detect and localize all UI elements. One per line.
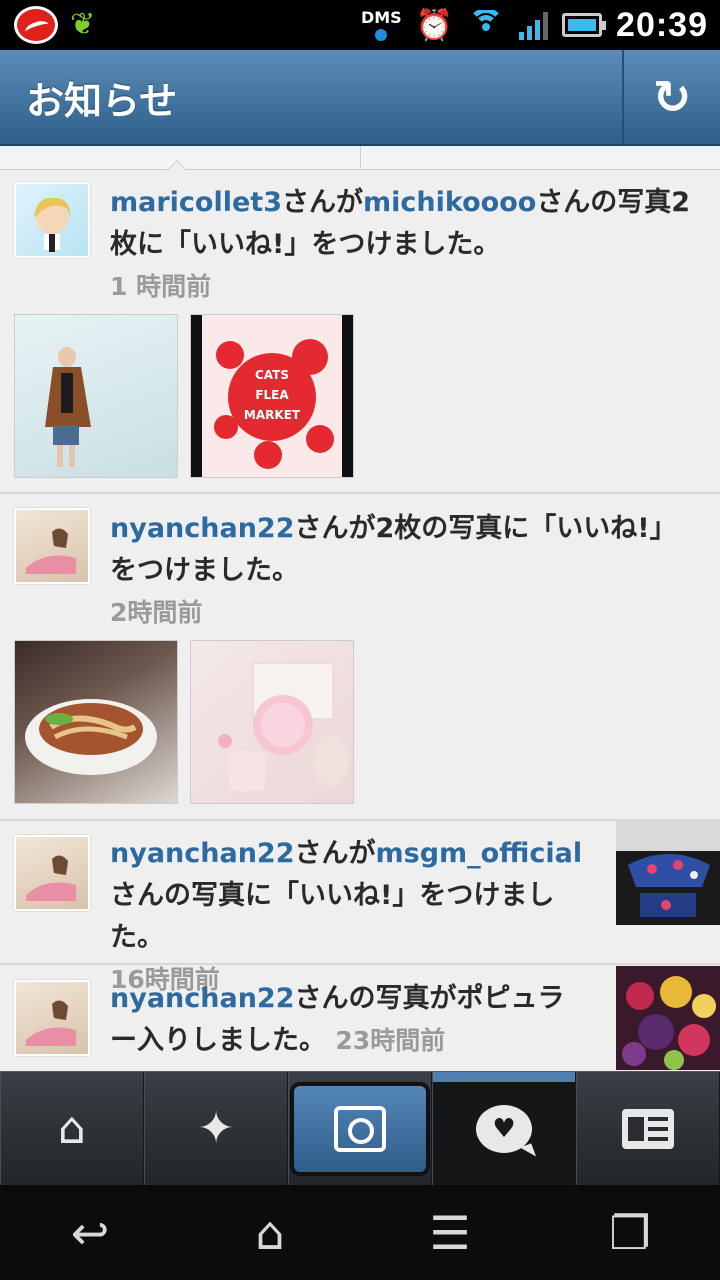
menu-button[interactable]: ☰	[390, 1206, 510, 1260]
home-icon: ⌂	[58, 1103, 86, 1154]
timestamp: 1 時間前	[110, 272, 212, 301]
refresh-button[interactable]: ↻	[622, 50, 720, 144]
photo-thumbnail[interactable]	[190, 640, 354, 804]
leaf-icon: ❦	[70, 7, 96, 42]
tab-profile[interactable]	[576, 1072, 720, 1185]
tab-explore[interactable]: ✦	[144, 1072, 288, 1185]
list-item[interactable]: maricollet3さんがmichikooooさんの写真2枚に「いいね!」をつ…	[0, 170, 720, 494]
timestamp: 2時間前	[110, 598, 203, 627]
camera-icon	[334, 1105, 386, 1152]
svg-text:FLEA: FLEA	[255, 388, 289, 402]
tab-activity[interactable]: ♥	[432, 1072, 576, 1185]
username-link[interactable]: maricollet3	[110, 187, 282, 218]
camera-button[interactable]	[290, 1081, 430, 1176]
status-bar: ❦ DMS ⏰ 20:39	[0, 0, 720, 50]
alarm-icon: ⏰	[415, 7, 454, 43]
photo-thumbnail[interactable]: CATS FLEA MARKET	[190, 314, 354, 478]
target-user-link[interactable]: msgm_official	[376, 838, 583, 869]
home-icon: ⌂	[255, 1205, 285, 1260]
recent-apps-icon: ❐	[609, 1205, 651, 1260]
list-item[interactable]: nyanchan22さんがmsgm_officialさんの写真に「いいね!」をつ…	[0, 821, 720, 994]
battery-icon	[562, 13, 607, 37]
photo-thumbnail[interactable]	[616, 966, 720, 1070]
list-item[interactable]: nyanchan22さんの写真がポピュラー入りしました。 23時間前	[0, 966, 720, 1071]
notification-feed[interactable]: maricollet3さんがmichikooooさんの写真2枚に「いいね!」をつ…	[0, 146, 720, 1071]
profile-icon	[622, 1108, 674, 1149]
signal-icon	[519, 10, 549, 40]
username-link[interactable]: nyanchan22	[110, 513, 295, 544]
avatar[interactable]	[14, 508, 90, 584]
refresh-icon: ↻	[652, 70, 692, 124]
target-user-link[interactable]: michikoooo	[363, 187, 536, 218]
svg-text:MARKET: MARKET	[244, 408, 301, 422]
list-item[interactable]: nyanchan22さんが2枚の写真に「いいね!」をつけました。 2時間前	[0, 496, 720, 821]
explore-icon: ✦	[197, 1103, 235, 1154]
username-link[interactable]: nyanchan22	[110, 838, 295, 869]
notification-text: maricollet3さんがmichikooooさんの写真2枚に「いいね!」をつ…	[110, 182, 700, 308]
page-title: お知らせ	[26, 79, 178, 123]
wifi-icon	[467, 10, 505, 40]
tab-bar: ⌂ ✦ ♥	[0, 1071, 720, 1185]
avatar[interactable]	[14, 835, 90, 911]
activity-icon: ♥	[476, 1104, 532, 1153]
timestamp: 23時間前	[335, 1026, 446, 1055]
notification-text: nyanchan22さんの写真がポピュラー入りしました。 23時間前	[110, 983, 565, 1056]
flea-market-text: CATS	[255, 368, 289, 382]
system-nav-bar: ↩ ⌂ ☰ ❐	[0, 1185, 720, 1280]
photo-thumbnail[interactable]	[14, 314, 178, 478]
notification-text: nyanchan22さんが2枚の写真に「いいね!」をつけました。 2時間前	[110, 508, 700, 634]
app-header: お知らせ ↻	[0, 50, 720, 146]
username-link[interactable]: nyanchan22	[110, 983, 295, 1014]
clock: 20:39	[616, 5, 708, 44]
menu-icon: ☰	[429, 1205, 471, 1260]
home-button[interactable]: ⌂	[210, 1206, 330, 1260]
recent-apps-button[interactable]: ❐	[570, 1206, 690, 1260]
photo-thumbnail[interactable]	[616, 821, 720, 925]
tab-camera[interactable]	[288, 1072, 432, 1185]
avatar[interactable]	[14, 182, 90, 258]
back-button[interactable]: ↩	[30, 1206, 150, 1260]
photo-thumbnail[interactable]	[14, 640, 178, 804]
back-icon: ↩	[70, 1205, 110, 1260]
feed-tabs[interactable]	[0, 146, 720, 180]
avatar[interactable]	[14, 980, 90, 1056]
security-app-icon	[14, 6, 58, 44]
tab-home[interactable]: ⌂	[0, 1072, 144, 1185]
dms-indicator: DMS	[361, 9, 402, 41]
